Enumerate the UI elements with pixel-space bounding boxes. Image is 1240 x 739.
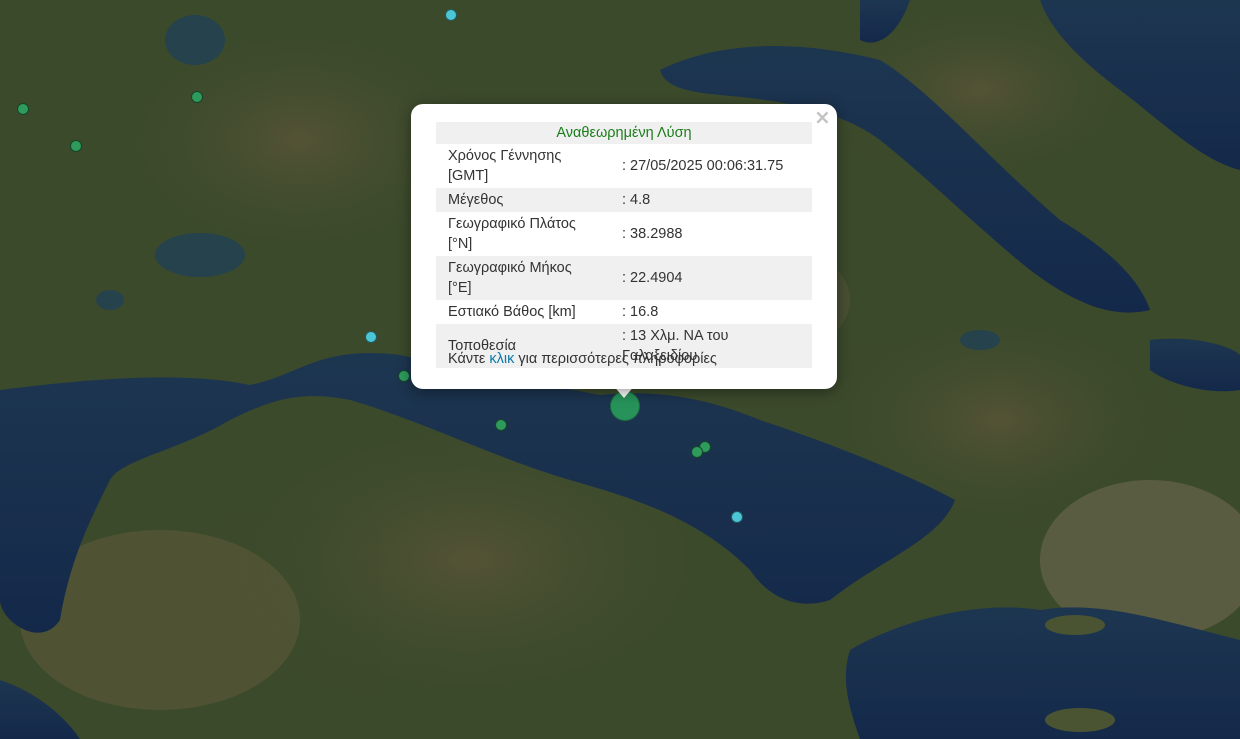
- longitude-value: : 22.4904: [610, 256, 812, 300]
- popup-title: Αναθεωρημένη Λύση: [436, 122, 812, 144]
- magnitude-value: : 4.8: [610, 188, 812, 212]
- longitude-label: Γεωγραφικό Μήκος [°E]: [436, 256, 610, 300]
- origin-time-label: Χρόνος Γέννησης [GMT]: [448, 148, 562, 184]
- earthquake-marker[interactable]: [365, 331, 377, 343]
- earthquake-marker[interactable]: [495, 419, 507, 431]
- earthquake-info-popup: × Αναθεωρημένη Λύση Χρόνος Γέννησης [GMT…: [411, 104, 837, 389]
- close-icon[interactable]: ×: [814, 107, 831, 127]
- more-info-suffix: για περισσότερες πληροφορίες: [518, 351, 717, 367]
- depth-value: : 16.8: [622, 304, 659, 320]
- earthquake-marker[interactable]: [17, 103, 29, 115]
- earthquake-marker[interactable]: [731, 511, 743, 523]
- origin-time-value: : 27/05/2025 00:06:31.75: [622, 158, 784, 174]
- more-info-prefix: Κάντε: [448, 351, 486, 367]
- depth-label: Εστιακό Βάθος [km]: [448, 304, 576, 320]
- more-info-link[interactable]: κλικ: [489, 351, 514, 367]
- earthquake-details-table: Αναθεωρημένη Λύση Χρόνος Γέννησης [GMT] …: [436, 122, 812, 368]
- earthquake-marker[interactable]: [445, 9, 457, 21]
- earthquake-marker[interactable]: [398, 370, 410, 382]
- latitude-label: Γεωγραφικό Πλάτος [°N]: [448, 216, 576, 252]
- earthquake-marker[interactable]: [191, 91, 203, 103]
- magnitude-label: Μέγεθος: [436, 188, 610, 212]
- more-info-text: Κάντε κλικ για περισσότερες πληροφορίες: [448, 351, 717, 367]
- earthquake-marker[interactable]: [691, 446, 703, 458]
- earthquake-marker[interactable]: [70, 140, 82, 152]
- latitude-value: : 38.2988: [622, 226, 683, 242]
